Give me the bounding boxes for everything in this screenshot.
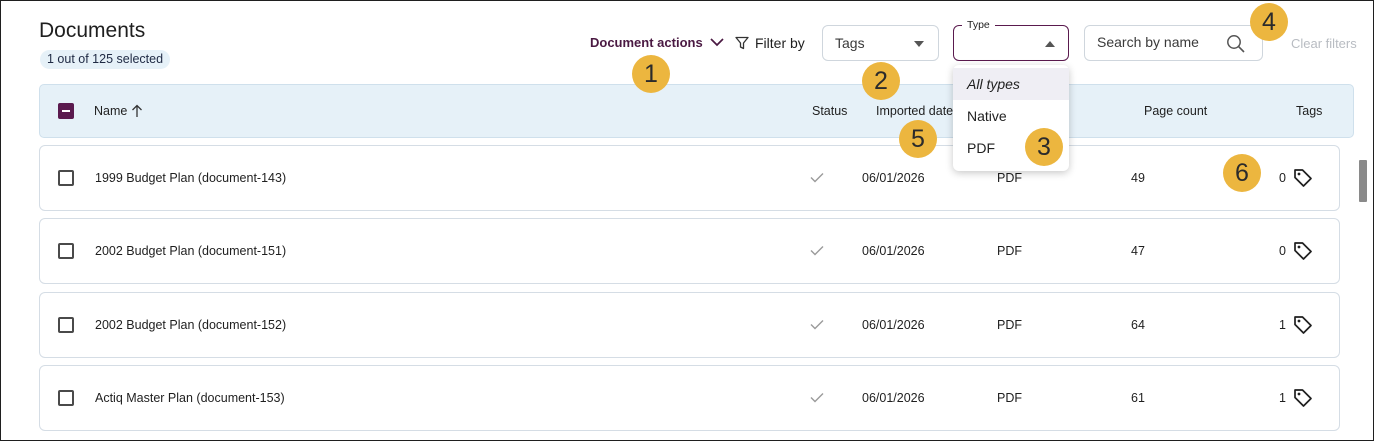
callout-1: 1 [632, 55, 670, 93]
table-row[interactable]: 2002 Budget Plan (document-152) 06/01/20… [39, 292, 1340, 358]
column-header-tags[interactable]: Tags [1296, 104, 1322, 118]
caret-up-icon [1045, 41, 1055, 47]
column-header-status[interactable]: Status [812, 104, 847, 118]
scrollbar-thumb[interactable] [1359, 160, 1367, 202]
callout-3: 3 [1025, 128, 1063, 166]
type-filter-select[interactable]: Type [953, 19, 1069, 61]
search-input[interactable] [1097, 34, 1225, 50]
chevron-down-icon [710, 38, 724, 47]
row-type: PDF [997, 244, 1022, 258]
clear-filters-button[interactable]: Clear filters [1291, 36, 1357, 51]
row-checkbox[interactable] [58, 170, 74, 186]
row-name[interactable]: 2002 Budget Plan (document-151) [95, 244, 286, 258]
row-checkbox[interactable] [58, 317, 74, 333]
callout-4: 4 [1250, 3, 1288, 41]
row-type: PDF [997, 391, 1022, 405]
row-name[interactable]: Actiq Master Plan (document-153) [95, 391, 285, 405]
row-page-count: 47 [1131, 244, 1145, 258]
select-all-checkbox[interactable] [58, 103, 74, 119]
document-actions-button[interactable]: Document actions [590, 35, 724, 50]
search-icon[interactable] [1226, 34, 1246, 54]
table-row[interactable]: 1999 Budget Plan (document-143) 06/01/20… [39, 145, 1340, 211]
row-page-count: 64 [1131, 318, 1145, 332]
search-box [1084, 25, 1263, 61]
checkmark-icon [810, 393, 824, 403]
row-imported-date: 06/01/2026 [862, 171, 925, 185]
document-actions-label: Document actions [590, 35, 703, 50]
row-type: PDF [997, 318, 1022, 332]
row-type: PDF [997, 171, 1022, 185]
type-option-all-types[interactable]: All types [953, 68, 1069, 100]
row-imported-date: 06/01/2026 [862, 244, 925, 258]
type-option-native[interactable]: Native [953, 100, 1069, 132]
row-checkbox[interactable] [58, 243, 74, 259]
tags-select-value: Tags [835, 35, 865, 51]
row-imported-date: 06/01/2026 [862, 318, 925, 332]
checkmark-icon [810, 320, 824, 330]
row-imported-date: 06/01/2026 [862, 391, 925, 405]
row-tag-count: 1 [1279, 318, 1286, 332]
filter-by-button[interactable]: Filter by [735, 35, 805, 51]
filter-icon [735, 36, 749, 50]
checkmark-icon [810, 246, 824, 256]
callout-5: 5 [899, 120, 937, 158]
callout-2: 2 [862, 62, 900, 100]
row-name[interactable]: 2002 Budget Plan (document-152) [95, 318, 286, 332]
row-tag-count: 0 [1279, 171, 1286, 185]
column-header-page-count[interactable]: Page count [1144, 104, 1207, 118]
filter-by-label: Filter by [755, 35, 805, 51]
column-header-name[interactable]: Name [94, 104, 127, 118]
type-select-legend: Type [962, 19, 995, 31]
row-tag-count: 1 [1279, 391, 1286, 405]
checkmark-icon [810, 173, 824, 183]
row-name[interactable]: 1999 Budget Plan (document-143) [95, 171, 286, 185]
column-header-imported-date[interactable]: Imported date [876, 104, 953, 118]
tags-filter-select[interactable]: Tags [822, 25, 939, 61]
tag-icon[interactable] [1293, 168, 1313, 188]
callout-6: 6 [1223, 154, 1261, 192]
table-row[interactable]: Actiq Master Plan (document-153) 06/01/2… [39, 365, 1340, 431]
page-title: Documents [39, 19, 146, 42]
caret-down-icon [914, 41, 924, 47]
row-page-count: 49 [1131, 171, 1145, 185]
tag-icon[interactable] [1293, 241, 1313, 261]
row-checkbox[interactable] [58, 390, 74, 406]
tag-icon[interactable] [1293, 315, 1313, 335]
row-page-count: 61 [1131, 391, 1145, 405]
row-tag-count: 0 [1279, 244, 1286, 258]
table-row[interactable]: 2002 Budget Plan (document-151) 06/01/20… [39, 218, 1340, 284]
tag-icon[interactable] [1293, 388, 1313, 408]
sort-ascending-icon[interactable] [131, 104, 143, 118]
selection-count-badge: 1 out of 125 selected [40, 50, 171, 69]
